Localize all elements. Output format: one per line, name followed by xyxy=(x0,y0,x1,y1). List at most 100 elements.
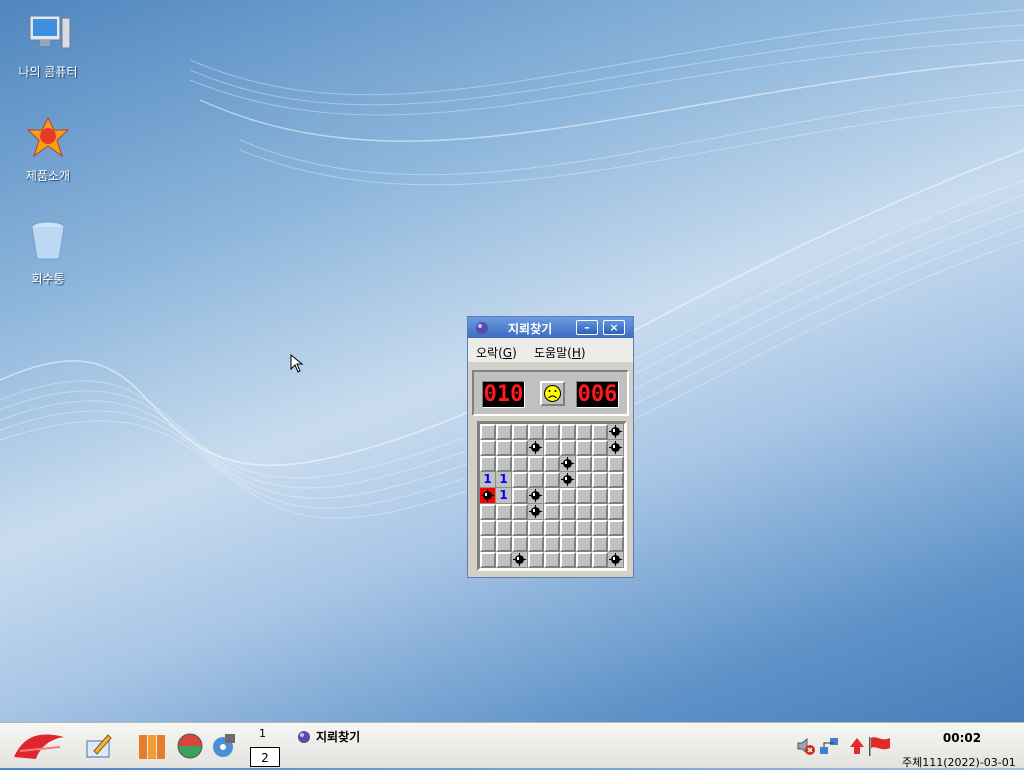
cell-closed[interactable] xyxy=(544,552,560,568)
file-manager-icon[interactable] xyxy=(137,731,167,761)
cell-closed[interactable] xyxy=(576,504,592,520)
cell-mine[interactable] xyxy=(560,456,576,472)
close-button[interactable]: × xyxy=(603,320,625,335)
cell-mine[interactable] xyxy=(608,440,624,456)
cell-number[interactable]: 1 xyxy=(496,488,512,504)
menu-game[interactable]: 오락(G) xyxy=(476,344,517,361)
cell-closed[interactable] xyxy=(592,456,608,472)
desktop-icon-my-computer[interactable]: 나의 콤퓨터 xyxy=(8,10,88,80)
cell-number[interactable]: 1 xyxy=(496,472,512,488)
cell-closed[interactable] xyxy=(608,488,624,504)
cell-closed[interactable] xyxy=(480,424,496,440)
cell-closed[interactable] xyxy=(576,424,592,440)
cell-closed[interactable] xyxy=(512,440,528,456)
menu-help[interactable]: 도움말(H) xyxy=(534,344,586,361)
cell-closed[interactable] xyxy=(608,520,624,536)
cell-closed[interactable] xyxy=(608,472,624,488)
cell-closed[interactable] xyxy=(576,488,592,504)
cell-closed[interactable] xyxy=(592,488,608,504)
cell-closed[interactable] xyxy=(608,536,624,552)
workspace-switcher[interactable]: 2 xyxy=(250,747,280,767)
browser-icon[interactable] xyxy=(175,731,205,761)
cell-closed[interactable] xyxy=(480,520,496,536)
media-player-icon[interactable] xyxy=(209,731,239,761)
network-icon[interactable] xyxy=(818,735,840,757)
volume-muted-icon[interactable] xyxy=(795,735,817,757)
cell-closed[interactable] xyxy=(496,456,512,472)
cell-closed[interactable] xyxy=(480,440,496,456)
cell-closed[interactable] xyxy=(560,504,576,520)
cell-closed[interactable] xyxy=(544,472,560,488)
cell-closed[interactable] xyxy=(576,520,592,536)
cell-closed[interactable] xyxy=(480,504,496,520)
cell-closed[interactable] xyxy=(496,440,512,456)
cell-closed[interactable] xyxy=(496,552,512,568)
minimize-button[interactable]: – xyxy=(576,320,598,335)
cell-closed[interactable] xyxy=(528,520,544,536)
cell-mine[interactable] xyxy=(560,472,576,488)
cell-closed[interactable] xyxy=(560,520,576,536)
cell-closed[interactable] xyxy=(544,488,560,504)
flag-icon[interactable] xyxy=(866,735,892,757)
cell-closed[interactable] xyxy=(544,520,560,536)
cell-closed[interactable] xyxy=(512,536,528,552)
cell-closed[interactable] xyxy=(560,536,576,552)
cell-closed[interactable] xyxy=(480,552,496,568)
cell-closed[interactable] xyxy=(560,440,576,456)
cell-closed[interactable] xyxy=(544,424,560,440)
cell-closed[interactable] xyxy=(592,520,608,536)
cell-closed[interactable] xyxy=(512,456,528,472)
cell-mine[interactable] xyxy=(528,440,544,456)
cell-closed[interactable] xyxy=(496,504,512,520)
desktop-icon-product-intro[interactable]: 제품소개 xyxy=(8,114,88,184)
cell-closed[interactable] xyxy=(496,520,512,536)
cell-closed[interactable] xyxy=(480,456,496,472)
cell-closed[interactable] xyxy=(592,424,608,440)
cell-closed[interactable] xyxy=(512,488,528,504)
cell-closed[interactable] xyxy=(480,536,496,552)
cell-exploded-mine[interactable] xyxy=(480,488,496,504)
cell-closed[interactable] xyxy=(576,472,592,488)
cell-closed[interactable] xyxy=(576,440,592,456)
cell-closed[interactable] xyxy=(560,424,576,440)
cell-mine[interactable] xyxy=(512,552,528,568)
cell-closed[interactable] xyxy=(528,552,544,568)
cell-closed[interactable] xyxy=(512,504,528,520)
cell-closed[interactable] xyxy=(544,536,560,552)
cell-closed[interactable] xyxy=(592,536,608,552)
cell-closed[interactable] xyxy=(496,424,512,440)
cell-closed[interactable] xyxy=(528,424,544,440)
minesweeper-window[interactable]: 지뢰찾기 – × 오락(G) 도움말(H) 010 006 111 xyxy=(467,316,634,578)
cell-closed[interactable] xyxy=(608,456,624,472)
cell-closed[interactable] xyxy=(528,456,544,472)
cell-closed[interactable] xyxy=(576,552,592,568)
cell-closed[interactable] xyxy=(512,472,528,488)
cell-closed[interactable] xyxy=(592,552,608,568)
cell-mine[interactable] xyxy=(608,424,624,440)
cell-closed[interactable] xyxy=(496,536,512,552)
cell-closed[interactable] xyxy=(512,520,528,536)
cell-closed[interactable] xyxy=(560,488,576,504)
reset-face-button[interactable] xyxy=(540,381,565,406)
cell-closed[interactable] xyxy=(608,504,624,520)
text-editor-icon[interactable] xyxy=(84,731,114,761)
cell-closed[interactable] xyxy=(592,440,608,456)
desktop-icon-recycle-bin[interactable]: 회수통 xyxy=(8,217,88,287)
cell-closed[interactable] xyxy=(512,424,528,440)
cell-closed[interactable] xyxy=(544,504,560,520)
clock-time[interactable]: 00:02 xyxy=(940,731,984,745)
cell-mine[interactable] xyxy=(608,552,624,568)
start-menu-icon[interactable] xyxy=(10,729,68,763)
cell-closed[interactable] xyxy=(592,504,608,520)
cell-closed[interactable] xyxy=(544,440,560,456)
cell-mine[interactable] xyxy=(528,504,544,520)
update-icon[interactable] xyxy=(846,735,868,757)
cell-closed[interactable] xyxy=(592,472,608,488)
cell-closed[interactable] xyxy=(576,456,592,472)
cell-mine[interactable] xyxy=(528,488,544,504)
cell-number[interactable]: 1 xyxy=(480,472,496,488)
cell-closed[interactable] xyxy=(528,472,544,488)
cell-closed[interactable] xyxy=(560,552,576,568)
cell-closed[interactable] xyxy=(544,456,560,472)
cell-closed[interactable] xyxy=(576,536,592,552)
